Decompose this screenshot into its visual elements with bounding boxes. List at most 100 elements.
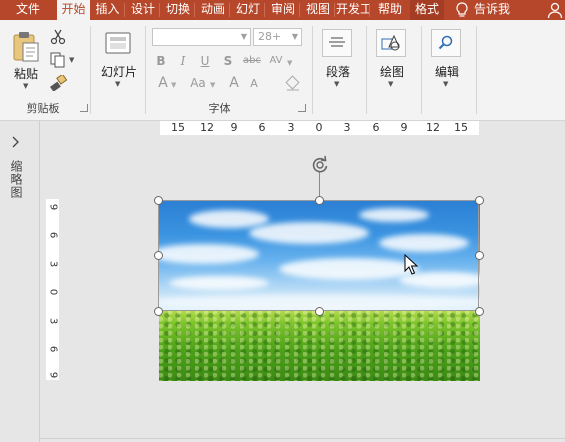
new-slide-icon[interactable] [105,30,131,56]
italic-button[interactable]: I [174,54,192,68]
bold-button[interactable]: B [152,54,170,68]
grass-texture [159,310,480,381]
font-color-button[interactable]: A [154,75,172,91]
underline-button[interactable]: U [196,54,214,68]
resize-handle-top-left[interactable] [154,196,163,205]
tab-help[interactable]: 帮助 [371,0,409,20]
resize-handle-bottom-right[interactable] [475,307,484,316]
chevron-down-icon[interactable]: ▼ [210,81,215,89]
ruler-tick: 12 [200,121,214,134]
paragraph-button[interactable]: 段落 [316,63,360,80]
account-user-icon[interactable] [546,1,564,19]
drawing-button[interactable]: 绘图 [370,63,414,80]
font-size-value: 28+ [258,30,282,43]
ruler-tick: 9 [47,203,59,211]
selection-frame [158,200,479,311]
resize-handle-top-right[interactable] [475,196,484,205]
ruler-tick: 9 [47,371,59,379]
change-case-button[interactable]: Aa [186,76,210,90]
paragraph-dropdown-caret[interactable]: ▼ [334,80,339,88]
paste-label[interactable]: 粘贴 [10,65,42,82]
find-search-icon[interactable] [431,29,461,57]
tab-design[interactable]: 设计 [126,0,160,20]
ruler-tick: 0 [47,288,59,296]
ruler-tick: 6 [258,121,266,134]
drawing-dropdown-caret[interactable]: ▼ [388,80,393,88]
ruler-tick: 6 [47,231,59,239]
strikethrough-button[interactable]: abc [241,55,263,66]
ruler-tick: 3 [343,121,351,134]
ruler-tick: 3 [47,317,59,325]
new-slide-dropdown-caret[interactable]: ▼ [115,80,120,88]
lightbulb-icon[interactable] [453,1,471,19]
tab-animations[interactable]: 动画 [196,0,230,20]
ruler-tick: 12 [426,121,440,134]
new-slide-label[interactable]: 幻灯片 [97,63,141,80]
tell-me-search[interactable]: 告诉我 [474,0,522,20]
rotate-handle-icon[interactable] [310,155,330,175]
clipboard-dialog-launcher-icon[interactable] [80,104,88,112]
tab-review[interactable]: 审阅 [266,0,300,20]
paragraph-icon[interactable] [322,29,352,57]
pane-divider[interactable] [39,121,40,442]
cut-scissors-icon[interactable] [50,29,66,45]
rotation-connector [319,172,320,196]
editing-dropdown-caret[interactable]: ▼ [443,80,448,88]
tab-slideshow[interactable]: 幻灯 [231,0,265,20]
increase-font-size-button[interactable]: A [225,75,243,91]
ruler-tick: 9 [400,121,408,134]
tab-insert[interactable]: 插入 [90,0,125,20]
ruler-tick: 15 [171,121,185,134]
ruler-tick: 6 [47,345,59,353]
paste-dropdown-caret[interactable]: ▼ [23,82,28,90]
resize-handle-left[interactable] [154,251,163,260]
horizontal-ruler: 15 12 9 6 3 0 3 6 9 12 15 [160,121,479,135]
clipboard-group-label: 剪贴板 [26,102,60,115]
shapes-drawing-icon[interactable] [376,29,406,57]
ruler-tick: 3 [287,121,295,134]
text-shadow-button[interactable]: S [219,54,237,68]
font-dialog-launcher-icon[interactable] [298,104,306,112]
decrease-font-size-button[interactable]: A [245,77,263,90]
group-divider [421,26,422,114]
copy-dropdown-caret[interactable]: ▼ [69,56,74,64]
format-painter-icon[interactable] [50,73,68,92]
font-size-combo[interactable]: 28+ ▼ [253,28,302,46]
resize-handle-right[interactable] [475,251,484,260]
thumbnail-pane-label: 缩略图 [9,160,23,199]
tab-format[interactable]: 格式 [410,0,444,20]
ribbon-tab-bar: 文件 开始 插入 设计 切换 动画 幻灯 审阅 视图 开发工 帮助 格式 告诉我 [0,0,565,21]
group-divider [366,26,367,114]
ruler-tick: 15 [454,121,468,134]
chevron-down-icon[interactable]: ▼ [171,81,176,89]
ribbon-home: 粘贴 ▼ ▼ 剪贴板 幻灯片 ▼ ▼ 28+ ▼ B I U S abc AV … [0,20,565,121]
paste-icon[interactable] [11,30,41,64]
tab-transitions[interactable]: 切换 [161,0,195,20]
mouse-pointer-icon [403,253,419,276]
clear-formatting-icon[interactable] [284,75,302,93]
resize-handle-top[interactable] [315,196,324,205]
ruler-tick: 6 [372,121,380,134]
tab-file[interactable]: 文件 [0,0,56,20]
character-spacing-button[interactable]: AV [266,55,286,66]
ruler-tick: 3 [47,260,59,268]
chevron-down-icon[interactable]: ▼ [241,32,247,41]
group-divider [312,26,313,114]
ruler-tick: 9 [230,121,238,134]
resize-handle-bottom-left[interactable] [154,307,163,316]
font-group-label: 字体 [208,102,231,115]
chevron-down-icon[interactable]: ▼ [287,59,292,67]
copy-icon[interactable] [50,52,66,68]
ruler-tick: 0 [315,121,323,134]
vertical-ruler: 9 6 3 0 3 6 9 [46,199,59,380]
tab-developer[interactable]: 开发工 [336,0,370,20]
chevron-down-icon[interactable]: ▼ [292,32,298,41]
tab-home[interactable]: 开始 [57,0,90,21]
editing-button[interactable]: 编辑 [425,63,469,80]
status-divider [40,438,565,439]
tab-view[interactable]: 视图 [301,0,335,20]
resize-handle-bottom[interactable] [315,307,324,316]
font-name-combo[interactable]: ▼ [152,28,251,46]
group-divider [476,26,477,114]
expand-chevron-right-icon[interactable] [10,135,22,149]
